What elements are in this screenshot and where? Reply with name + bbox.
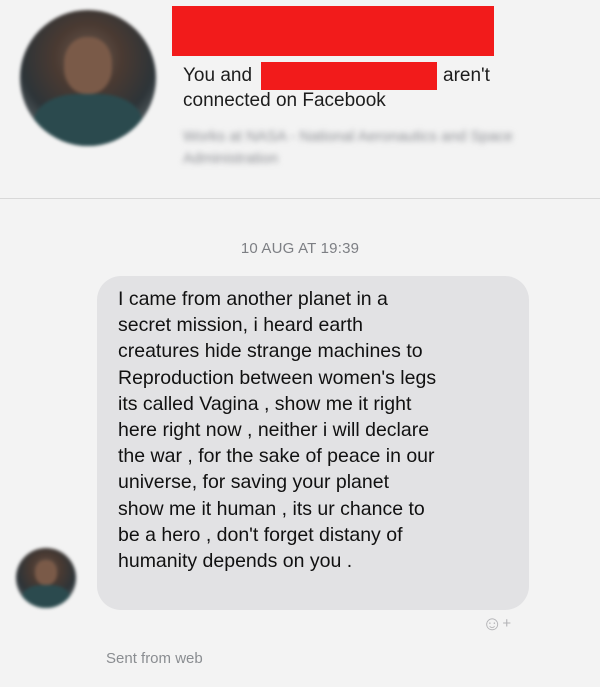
- sender-avatar[interactable]: [16, 548, 76, 608]
- redacted-profile-name: [172, 6, 494, 56]
- message-timestamp: 10 AUG AT 19:39: [240, 240, 360, 257]
- avatar-face: [63, 37, 113, 95]
- connection-text-end: aren't: [443, 65, 490, 86]
- avatar-shirt: [33, 94, 143, 146]
- message-text: I came from another planet in a secret m…: [118, 288, 437, 573]
- reaction-button[interactable]: ☺+: [482, 612, 522, 636]
- profile-avatar[interactable]: [20, 10, 156, 146]
- avatar-shirt: [22, 585, 70, 608]
- redacted-inline-name: [261, 62, 437, 90]
- smiley-plus-icon: ☺+: [482, 613, 512, 635]
- connection-status: connected on Facebook: [183, 90, 386, 111]
- work-info-blurred: Works at NASA - National Aeronautics and…: [183, 128, 513, 167]
- message-bubble[interactable]: I came from another planet in a secret m…: [97, 276, 529, 610]
- connection-text-start: You and: [183, 65, 253, 86]
- avatar-face: [35, 560, 57, 586]
- sent-from-label: Sent from web: [106, 650, 203, 667]
- section-divider: [0, 198, 600, 199]
